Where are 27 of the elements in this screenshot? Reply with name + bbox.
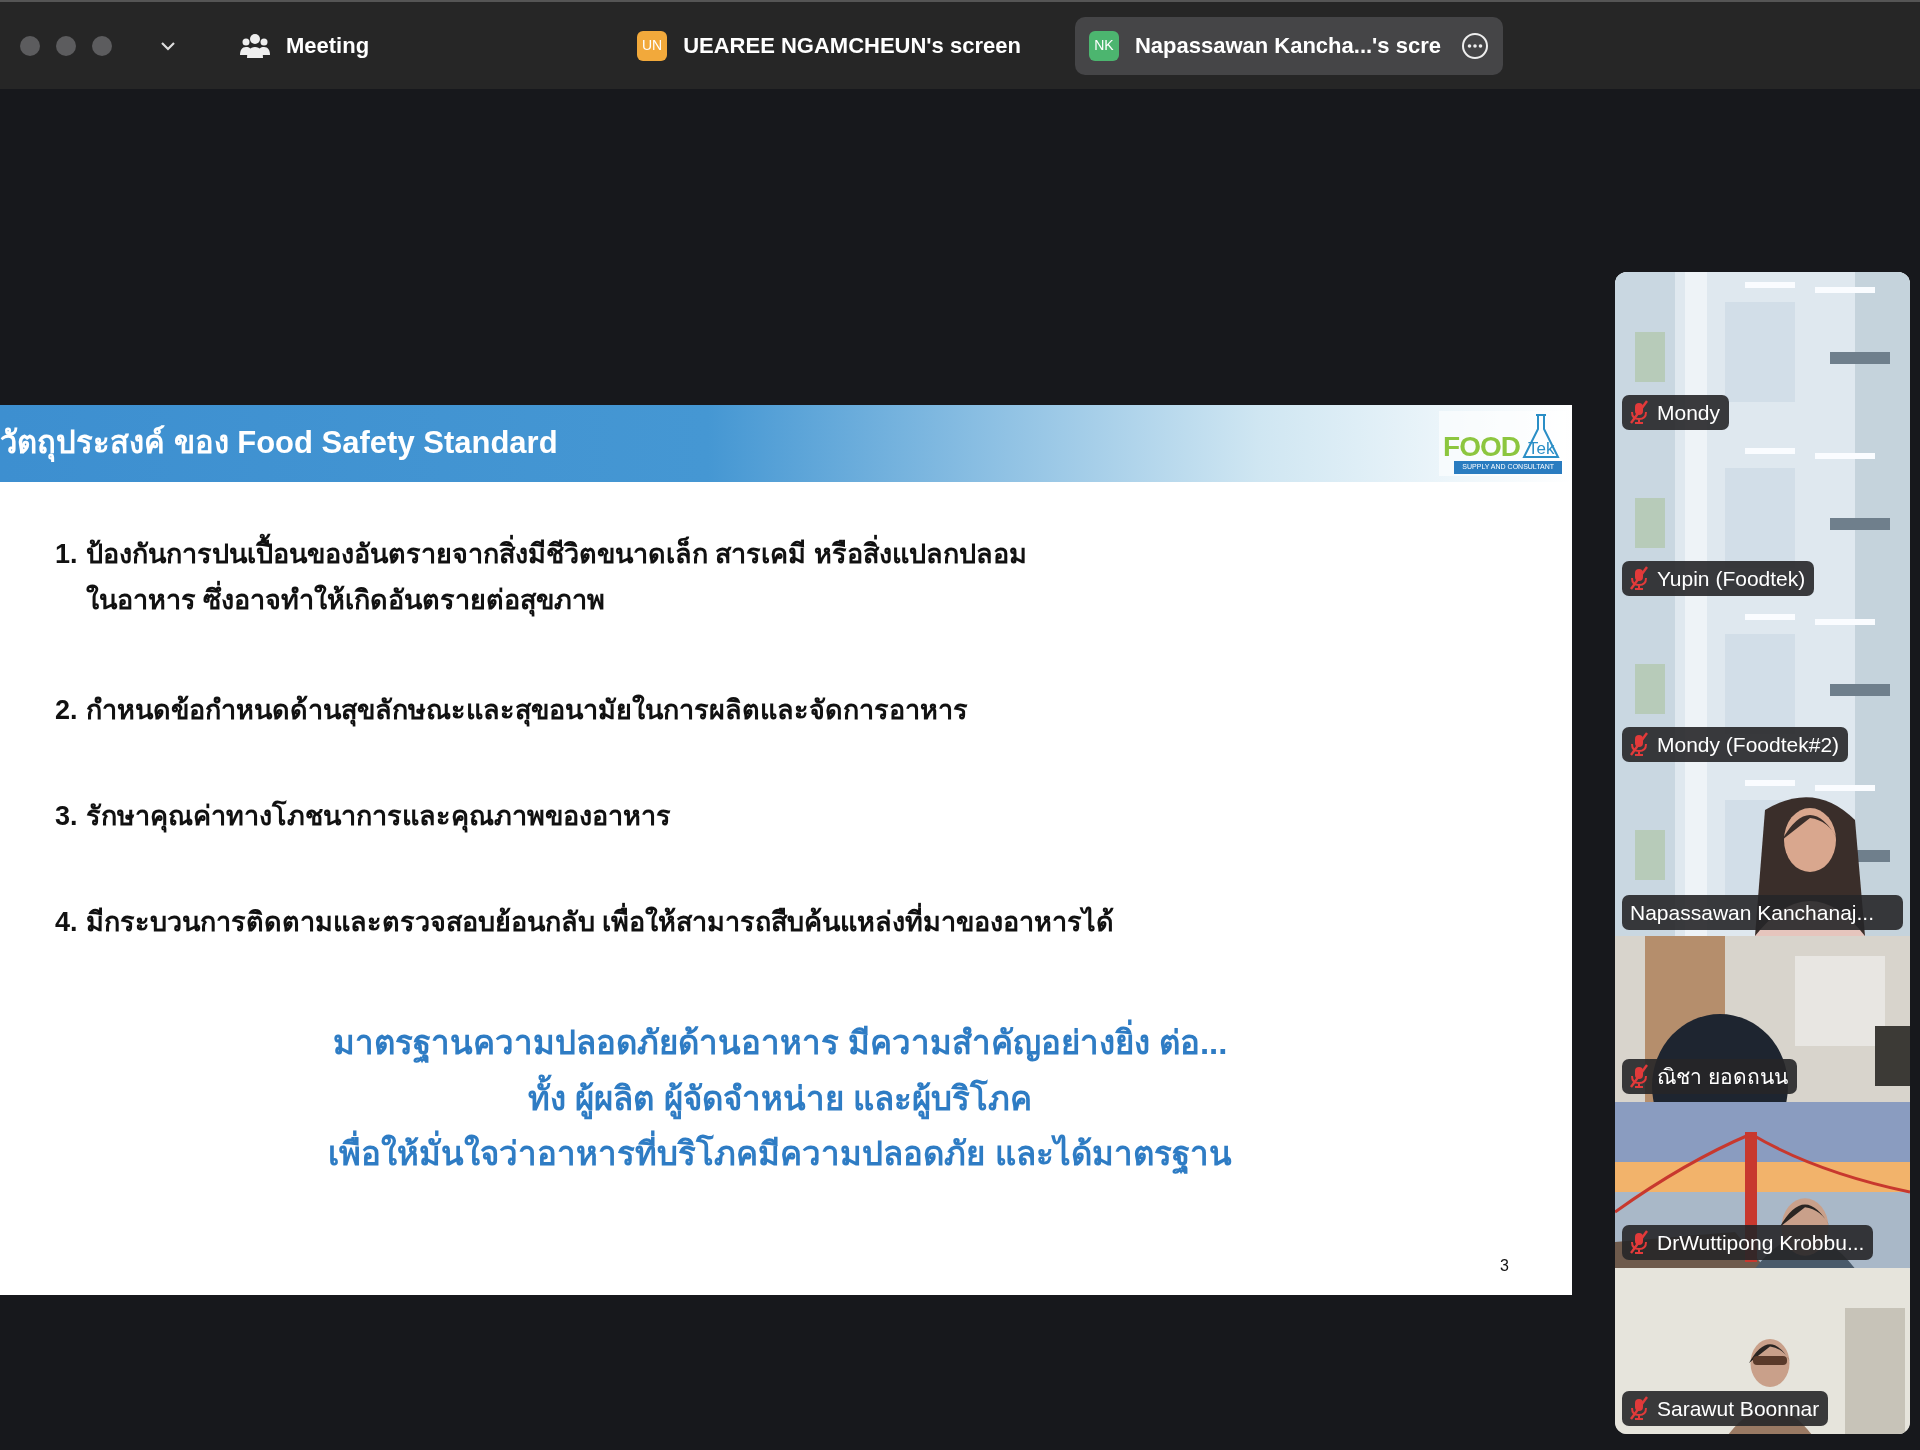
window-control-icon[interactable] [20,35,40,56]
name-label: Mondy (Foodtek#2) [1622,726,1849,762]
name-label: Yupin (Foodtek) [1622,560,1815,596]
people-icon [240,32,270,59]
list-item: 3. รักษาคุณค่าทางโภชนาการและคุณภาพของอาหาร [55,799,672,835]
logo-suffix: Tek [1528,440,1555,458]
window-control-icon[interactable] [92,35,112,56]
name-label: ณิชา ยอดถนน [1622,1058,1797,1094]
tab[interactable]: NK Napassawan Kancha...'s scre [1074,16,1503,75]
chevron-down-icon[interactable] [160,40,176,51]
logo-word: FOOD [1443,433,1520,462]
summary-text: มาตรฐานความปลอดภัยด้านอาหาร มีความสำคัญอย่างยิ่ง ต่อ... ทั้ง ผู้ผลิต ผู้จัดจำหน่าย และผู้บริโภค เพื่อให้มั่นใจว่าอาหารที่บริโภคมีความปลอดภัย และได้มาตรฐาน [0,1015,1560,1182]
name-label: DrWuttipong Krobbu... [1622,1224,1874,1260]
slide-title: วัตถุประสงค์ ของ Food Safety Standard [0,424,558,464]
tab[interactable]: Meeting [226,16,384,75]
list-item: 1. ป้องกันการปนเปื้อนของอันตรายจากสิ่งมีชีวิตขนาดเล็ก สารเคมี หรือสิ่งแปลกปลอม ในอาหาร ซึ่งอาจทำให้เกิดอันตรายต่อสุขภาพ [55,532,1572,624]
more-icon[interactable] [1460,31,1489,60]
name-label: Napassawan Kanchanaj... [1622,894,1903,930]
avatar: NK [1088,30,1119,61]
window-control-icon[interactable] [56,35,76,56]
page-number: 3 [1500,1255,1509,1276]
name-label: Sarawut Boonnar [1622,1390,1829,1426]
tab[interactable]: UN UEAREE NGAMCHEUN's screen [623,16,1035,75]
list-item: 4. มีกระบวนการติดตามและตรวจสอบย้อนกลับ เพื่อให้สามารถสืบค้นแหล่งที่มาของอาหารได้ [55,899,1572,946]
list-item: 2. กำหนดข้อกำหนดด้านสุขลักษณะและสุขอนามัยในการผลิตและจัดการอาหาร [55,693,969,729]
avatar: UN [637,30,668,61]
name-label: Mondy [1622,394,1730,430]
